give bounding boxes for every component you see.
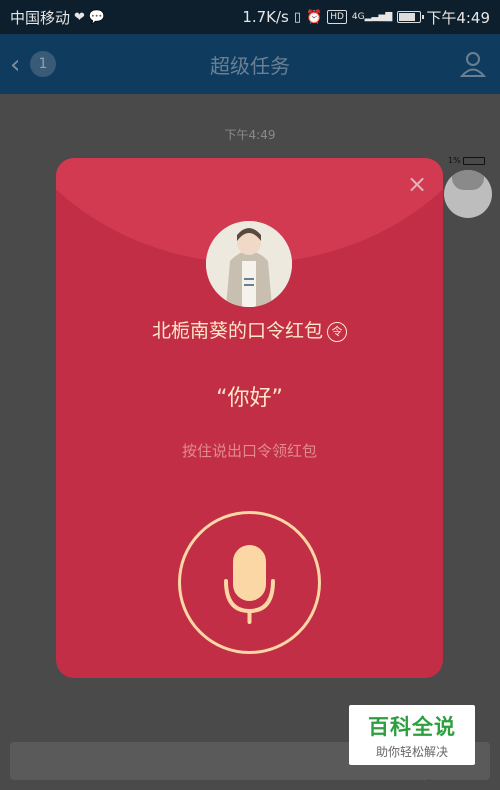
- sender-avatar: [206, 221, 292, 307]
- profile-icon[interactable]: [458, 49, 488, 79]
- passphrase-text: “你好”: [216, 386, 283, 411]
- voice-red-packet: × 北栀南葵的口令红包令 “你好” 按住说出口令领红包: [56, 158, 443, 678]
- vibrate-icon: ▯: [293, 9, 302, 25]
- mini-battery: 1%: [448, 156, 485, 165]
- voice-record-button[interactable]: [178, 511, 321, 654]
- carrier-label: 中国移动: [10, 8, 71, 27]
- page-title: 超级任务: [210, 53, 290, 78]
- microphone-icon: [224, 545, 275, 624]
- signal-label: 4G: [351, 11, 365, 22]
- sender-title: 北栀南葵的口令红包令: [56, 316, 443, 343]
- passphrase-badge-icon: 令: [327, 322, 347, 342]
- watermark-logo: 百科全说 助你轻松解决: [349, 705, 475, 765]
- hold-to-speak-hint: 按住说出口令领红包: [181, 442, 317, 460]
- network-speed: 1.7K/s: [242, 8, 289, 26]
- signal-icon: 4G▂▃▅▇: [351, 11, 393, 22]
- close-icon[interactable]: ×: [405, 172, 429, 196]
- hd-icon: HD: [327, 10, 347, 24]
- chat-timestamp: 下午4:49: [224, 128, 276, 142]
- status-time: 下午4:49: [426, 8, 490, 27]
- title-bar: ‹ 1 超级任务: [0, 34, 500, 94]
- mini-battery-label: 1%: [448, 156, 461, 165]
- watermark-sub: 助你轻松解决: [375, 745, 448, 759]
- message-bubble-icon: 💬: [88, 9, 106, 25]
- chat-avatar[interactable]: [444, 170, 492, 218]
- watermark-main: 百科全说: [368, 715, 456, 739]
- status-bar: 中国移动 ❤ 💬 1.7K/s ▯ ⏰ HD 4G▂▃▅▇ 下午4:49: [0, 0, 500, 34]
- alarm-icon: ⏰: [306, 9, 323, 25]
- health-heart-icon: ❤: [74, 9, 85, 25]
- battery-icon: [397, 11, 425, 23]
- sender-name: 北栀南葵的口令红包: [151, 320, 323, 342]
